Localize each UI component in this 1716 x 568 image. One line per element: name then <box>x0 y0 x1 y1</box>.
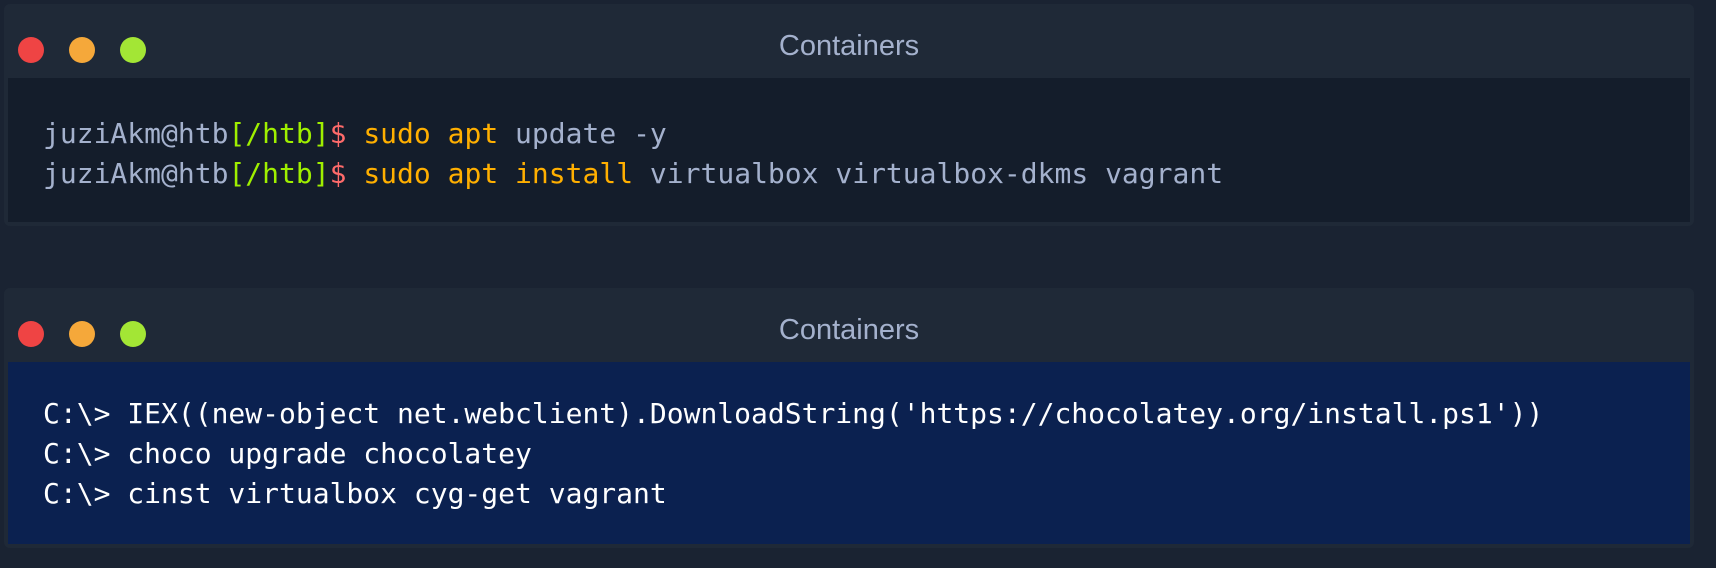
prompt-dollar: $ <box>329 157 347 190</box>
command-keyword: sudo <box>363 157 431 190</box>
window-title: Containers <box>778 314 920 346</box>
prompt-path: [/htb] <box>228 117 330 150</box>
command-keyword: install <box>515 157 634 190</box>
command-arg: update <box>515 117 617 150</box>
window-titlebar: Containers <box>4 4 1694 78</box>
terminal-body[interactable]: C:\> IEX((new-object net.webclient).Down… <box>8 362 1690 544</box>
terminal-window-bash: Containers juziAkm@htb[/htb]$ sudo apt u… <box>4 4 1694 226</box>
command-line: juziAkm@htb[/htb]$ sudo apt update -y <box>43 114 1690 154</box>
terminal-window-powershell: Containers C:\> IEX((new-object net.webc… <box>4 288 1694 548</box>
command-args: virtualbox virtualbox-dkms vagrant <box>649 157 1224 190</box>
command-args: -y <box>633 117 667 150</box>
command-keyword: sudo <box>363 117 431 150</box>
prompt-dollar: $ <box>329 117 347 150</box>
command-line: C:\> choco upgrade chocolatey <box>43 437 532 470</box>
terminal-body[interactable]: juziAkm@htb[/htb]$ sudo apt update -y ju… <box>8 78 1690 222</box>
prompt-path: [/htb] <box>228 157 330 190</box>
command-keyword: apt <box>447 117 499 150</box>
command-line: C:\> IEX((new-object net.webclient).Down… <box>43 397 1544 430</box>
window-title: Containers <box>778 30 920 62</box>
window-titlebar: Containers <box>4 288 1694 362</box>
command-keyword: apt <box>447 157 499 190</box>
prompt-user: juziAkm@htb <box>43 117 229 150</box>
prompt-user: juziAkm@htb <box>43 157 229 190</box>
command-line: juziAkm@htb[/htb]$ sudo apt install virt… <box>43 154 1690 194</box>
command-line: C:\> cinst virtualbox cyg-get vagrant <box>43 477 667 510</box>
